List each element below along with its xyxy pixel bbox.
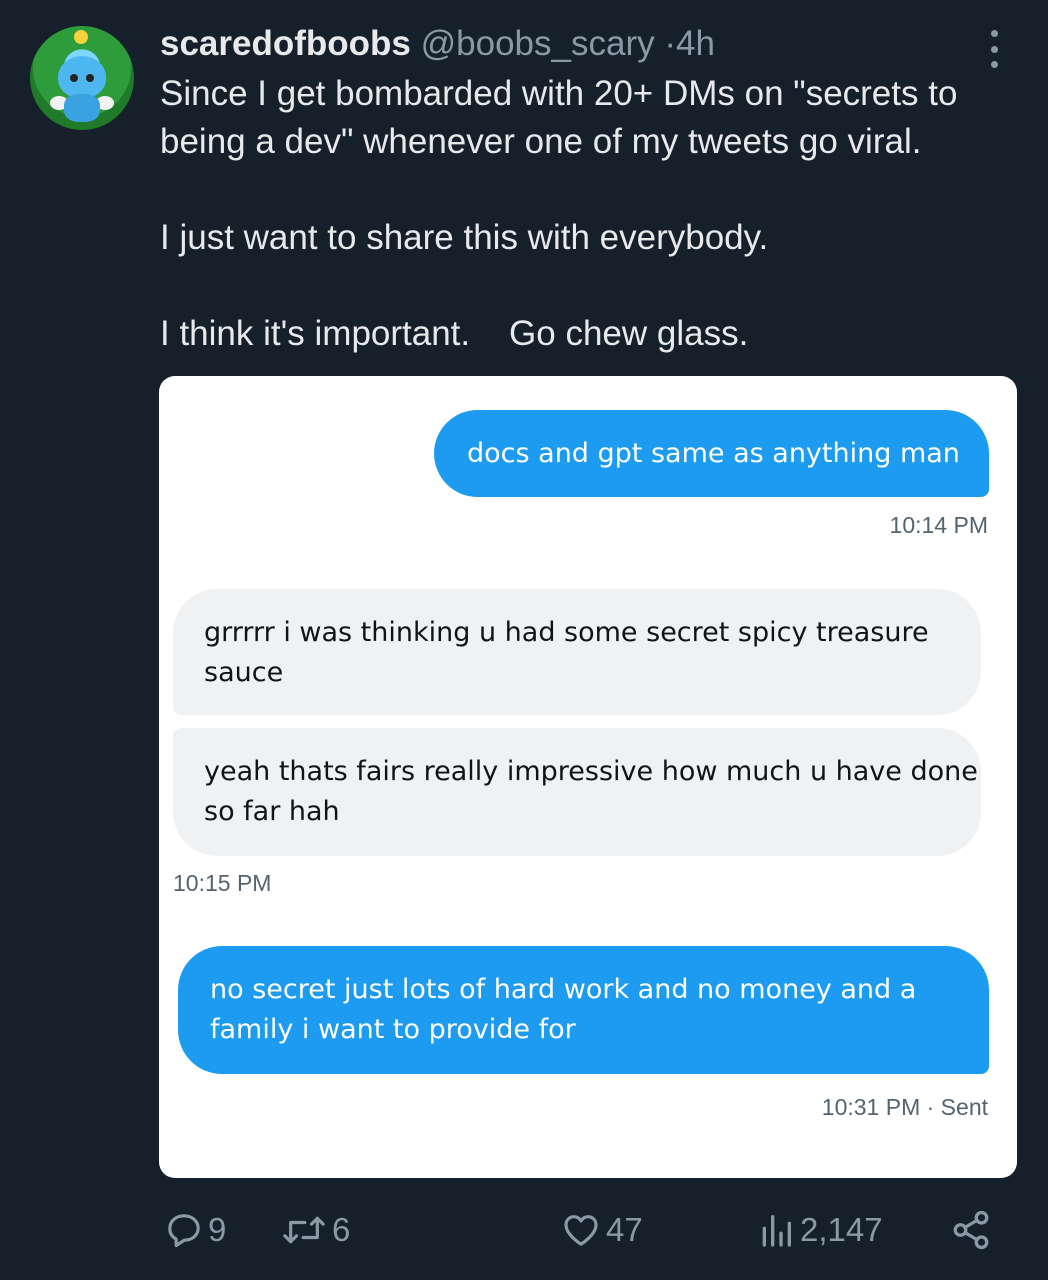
dm-message-outgoing: docs and gpt same as anything man: [434, 410, 989, 497]
dm-timestamp: 10:14 PM: [889, 512, 988, 538]
tweet-actions: 9 6 47 2,147: [160, 1205, 1020, 1255]
more-options-icon[interactable]: [986, 30, 1002, 68]
avatar-bulb: [74, 30, 88, 44]
user-handle[interactable]: @boobs_scary: [421, 24, 655, 63]
heart-icon: [564, 1215, 598, 1246]
tweet-paragraph: I think it's important. Go chew glass.: [160, 314, 749, 353]
dm-timestamp-sent: 10:31 PM · Sent: [821, 1094, 988, 1120]
reply-count: 9: [208, 1211, 227, 1248]
attached-image-dm-screenshot[interactable]: docs and gpt same as anything man 10:14 …: [159, 376, 1017, 1178]
tweet-paragraph: Since I get bombarded with 20+ DMs on "s…: [160, 74, 968, 161]
avatar-eye: [70, 74, 78, 82]
avatar-eye: [86, 74, 94, 82]
share-icon: [953, 1210, 989, 1250]
reply-icon: [168, 1214, 200, 1248]
like-button[interactable]: 47: [560, 1205, 643, 1255]
tweet-header: scaredofboobs @boobs_scary ·4h: [160, 24, 715, 64]
views-count: 2,147: [800, 1211, 883, 1248]
avatar[interactable]: [30, 26, 134, 130]
separator-dot: ·: [664, 24, 676, 63]
retweet-icon: [283, 1216, 325, 1244]
reply-button[interactable]: 9: [164, 1205, 226, 1255]
retweet-count: 6: [332, 1211, 351, 1248]
tweet-paragraph: I just want to share this with everybody…: [160, 218, 769, 257]
tweet-text: Since I get bombarded with 20+ DMs on "s…: [160, 70, 1020, 358]
dm-message-incoming: yeah thats fairs really impressive how m…: [173, 728, 981, 856]
tweet-time[interactable]: 4h: [676, 24, 715, 63]
dm-timestamp: 10:15 PM: [173, 870, 272, 896]
dm-message-incoming: grrrrr i was thinking u had some secret …: [173, 589, 981, 715]
views-button[interactable]: 2,147: [756, 1205, 883, 1255]
like-count: 47: [606, 1211, 643, 1248]
avatar-body: [64, 94, 100, 122]
share-button[interactable]: [950, 1205, 992, 1255]
avatar-head: [58, 56, 106, 98]
dm-message-outgoing: no secret just lots of hard work and no …: [178, 946, 989, 1074]
retweet-button[interactable]: 6: [280, 1205, 350, 1255]
views-icon: [762, 1215, 791, 1247]
display-name[interactable]: scaredofboobs: [160, 24, 411, 63]
